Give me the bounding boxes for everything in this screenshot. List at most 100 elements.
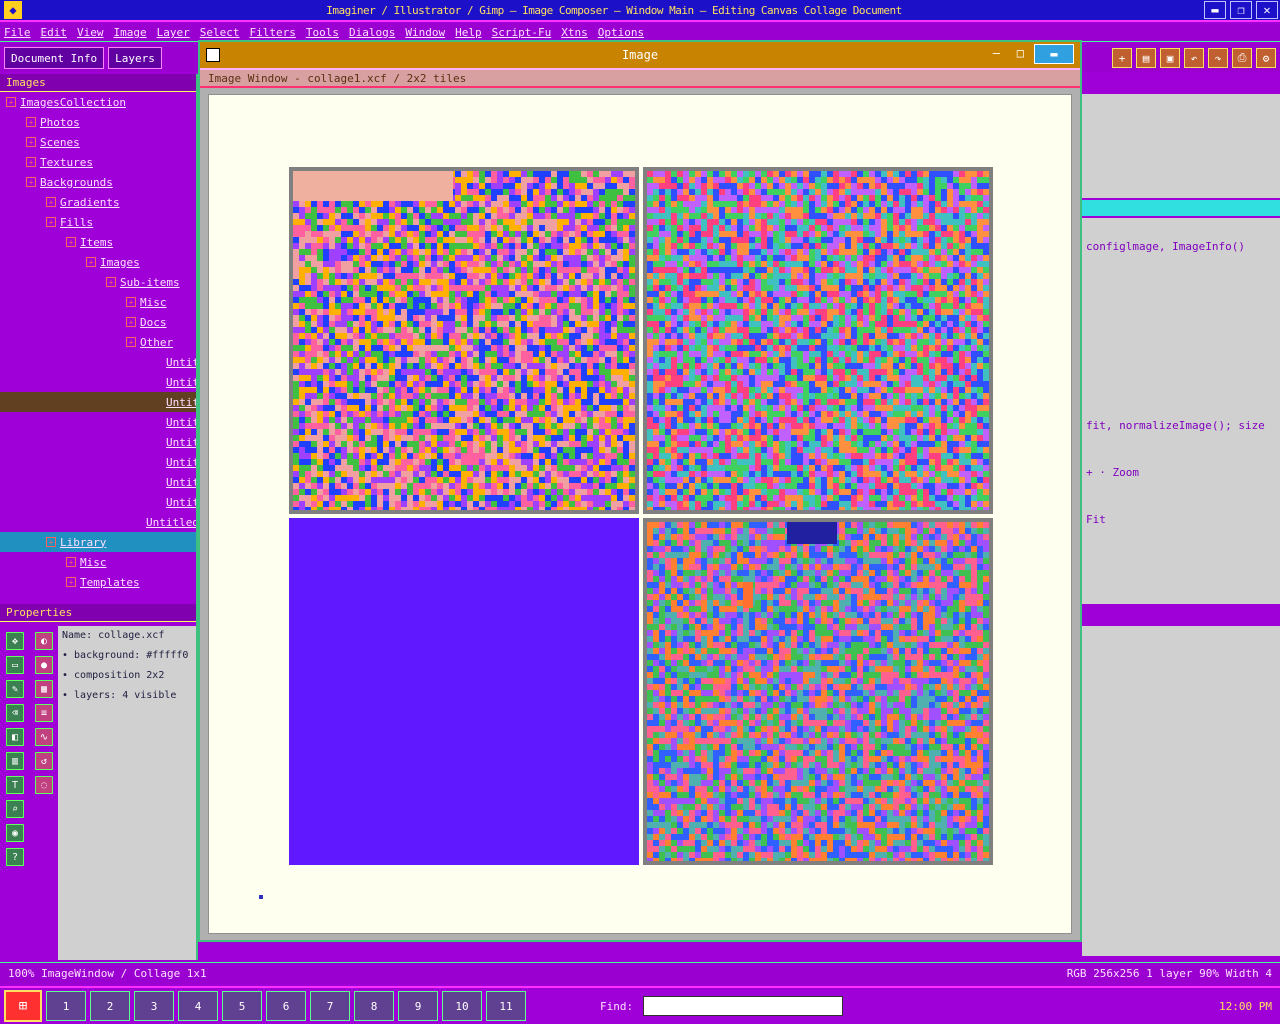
taskbar-app-button[interactable]: 9 bbox=[398, 991, 438, 1021]
menu-item-file[interactable]: File bbox=[4, 26, 31, 39]
taskbar-app-button[interactable]: 8 bbox=[354, 991, 394, 1021]
tree-item[interactable]: Untitled bbox=[0, 412, 196, 432]
menu-item-image[interactable]: Image bbox=[114, 26, 147, 39]
expand-icon[interactable]: + bbox=[66, 237, 76, 247]
expand-icon[interactable]: + bbox=[106, 277, 116, 287]
app-icon[interactable]: ◆ bbox=[4, 1, 22, 19]
tree-item[interactable]: + Misc bbox=[0, 292, 196, 312]
redo-icon[interactable]: ↷ bbox=[1208, 48, 1228, 68]
brush-size-icon[interactable]: ● bbox=[35, 656, 53, 674]
minimize-button[interactable]: ▬ bbox=[1204, 1, 1226, 19]
menu-item-select[interactable]: Select bbox=[200, 26, 240, 39]
brush-icon[interactable]: ✎ bbox=[6, 680, 24, 698]
channel-icon[interactable]: ≡ bbox=[35, 704, 53, 722]
expand-icon[interactable]: + bbox=[46, 217, 56, 227]
zoom-icon[interactable]: ⌕ bbox=[6, 800, 24, 818]
tile-top-left[interactable] bbox=[289, 167, 639, 514]
tree-item[interactable]: Untitled bbox=[0, 512, 196, 532]
eraser-icon[interactable]: ⌫ bbox=[6, 704, 24, 722]
expand-icon[interactable]: + bbox=[26, 157, 36, 167]
tree-item[interactable]: + Misc bbox=[0, 552, 196, 572]
undo-icon[interactable]: ↶ bbox=[1184, 48, 1204, 68]
select-icon[interactable]: ▭ bbox=[6, 656, 24, 674]
taskbar-app-button[interactable]: 2 bbox=[90, 991, 130, 1021]
tree-item[interactable]: Untitled bbox=[0, 492, 196, 512]
text-icon[interactable]: T bbox=[6, 776, 24, 794]
taskbar-app-button[interactable]: 10 bbox=[442, 991, 482, 1021]
settings-icon[interactable]: ⚙ bbox=[1256, 48, 1276, 68]
tree-item[interactable]: + ImagesCollection bbox=[0, 92, 196, 112]
history-icon[interactable]: ↺ bbox=[35, 752, 53, 770]
tile-bottom-left[interactable] bbox=[289, 518, 639, 865]
dialog-close-button[interactable]: ▬ bbox=[1034, 44, 1074, 64]
opacity-icon[interactable]: ◌ bbox=[35, 776, 53, 794]
new-icon[interactable]: + bbox=[1112, 48, 1132, 68]
taskbar-app-button[interactable]: 7 bbox=[310, 991, 350, 1021]
help-icon[interactable]: ? bbox=[6, 848, 24, 866]
expand-icon[interactable]: + bbox=[6, 97, 16, 107]
menu-item-layer[interactable]: Layer bbox=[157, 26, 190, 39]
tree-item[interactable]: + Textures bbox=[0, 152, 196, 172]
close-button[interactable]: ✕ bbox=[1256, 1, 1278, 19]
tree-item[interactable]: Untitled bbox=[0, 452, 196, 472]
color-icon[interactable]: ◉ bbox=[6, 824, 24, 842]
tree-item[interactable]: + Gradients bbox=[0, 192, 196, 212]
dialog-maximize-icon[interactable]: □ bbox=[1017, 46, 1024, 60]
expand-icon[interactable]: + bbox=[26, 177, 36, 187]
toolbar-document-info-button[interactable]: Document Info bbox=[4, 47, 105, 69]
taskbar-app-button[interactable]: 4 bbox=[178, 991, 218, 1021]
tree-item[interactable]: + Items bbox=[0, 232, 196, 252]
tree-item[interactable]: Untitled bbox=[0, 352, 196, 372]
menu-item-tools[interactable]: Tools bbox=[306, 26, 339, 39]
dialog-minimize-icon[interactable]: – bbox=[993, 46, 1000, 60]
expand-icon[interactable]: + bbox=[126, 337, 136, 347]
image-canvas[interactable] bbox=[208, 94, 1072, 934]
expand-icon[interactable]: + bbox=[46, 537, 56, 547]
tile-bottom-right[interactable] bbox=[643, 518, 993, 865]
expand-icon[interactable]: + bbox=[26, 117, 36, 127]
menu-item-dialogs[interactable]: Dialogs bbox=[349, 26, 395, 39]
taskbar-app-button[interactable]: 3 bbox=[134, 991, 174, 1021]
tree-item[interactable]: + Sub-items bbox=[0, 272, 196, 292]
expand-icon[interactable]: + bbox=[46, 197, 56, 207]
print-icon[interactable]: ⎙ bbox=[1232, 48, 1252, 68]
menu-item-options[interactable]: Options bbox=[598, 26, 644, 39]
menu-item-help[interactable]: Help bbox=[455, 26, 482, 39]
path-icon[interactable]: ∿ bbox=[35, 728, 53, 746]
tree-item[interactable]: + Backgrounds bbox=[0, 172, 196, 192]
tree-item[interactable]: + Templates bbox=[0, 572, 196, 592]
taskbar-search-input[interactable] bbox=[643, 996, 844, 1016]
tree-item[interactable]: + Other bbox=[0, 332, 196, 352]
expand-icon[interactable]: + bbox=[126, 317, 136, 327]
gradient-icon[interactable]: ▥ bbox=[6, 752, 24, 770]
toolbar-layers-button[interactable]: Layers bbox=[108, 47, 162, 69]
expand-icon[interactable]: + bbox=[66, 577, 76, 587]
expand-icon[interactable]: + bbox=[86, 257, 96, 267]
tree-item[interactable]: Untitled bbox=[0, 372, 196, 392]
tree-item[interactable]: + Photos bbox=[0, 112, 196, 132]
taskbar-app-button[interactable]: 1 bbox=[46, 991, 86, 1021]
taskbar-app-button[interactable]: 6 bbox=[266, 991, 306, 1021]
tree-item[interactable]: + Fills bbox=[0, 212, 196, 232]
menu-item-filters[interactable]: Filters bbox=[250, 26, 296, 39]
save-icon[interactable]: ▣ bbox=[1160, 48, 1180, 68]
restore-button[interactable]: ❐ bbox=[1230, 1, 1252, 19]
tile-top-right[interactable] bbox=[643, 167, 993, 514]
right-panel-tab[interactable] bbox=[1082, 200, 1280, 216]
tree-item[interactable]: + Scenes bbox=[0, 132, 196, 152]
palette-icon[interactable]: ◐ bbox=[35, 632, 53, 650]
move-icon[interactable]: ✥ bbox=[6, 632, 24, 650]
menu-item-xtns[interactable]: Xtns bbox=[561, 26, 588, 39]
menu-item-view[interactable]: View bbox=[77, 26, 104, 39]
pattern-icon[interactable]: ▦ bbox=[35, 680, 53, 698]
tree-item[interactable]: Untitled bbox=[0, 392, 196, 412]
menu-item-window[interactable]: Window bbox=[405, 26, 445, 39]
expand-icon[interactable]: + bbox=[66, 557, 76, 567]
tree-item[interactable]: + Library bbox=[0, 532, 196, 552]
expand-icon[interactable]: + bbox=[26, 137, 36, 147]
taskbar-app-button[interactable]: 11 bbox=[486, 991, 526, 1021]
tree-item[interactable]: + Images bbox=[0, 252, 196, 272]
tree-item[interactable]: Untitled bbox=[0, 432, 196, 452]
menu-item-edit[interactable]: Edit bbox=[41, 26, 68, 39]
tree-item[interactable]: Untitled bbox=[0, 472, 196, 492]
